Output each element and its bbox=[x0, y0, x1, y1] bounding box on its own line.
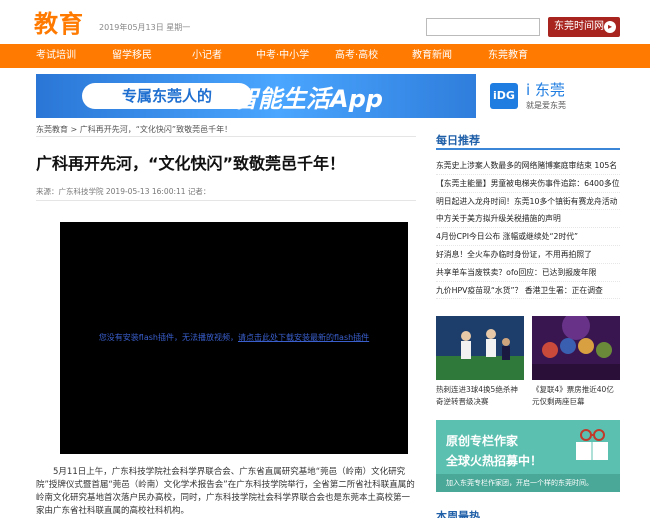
nav-item-education-news[interactable]: 教育新闻 bbox=[412, 44, 452, 68]
promo-headline: 原创专栏作家 bbox=[446, 434, 519, 448]
nav-item-dongguan-education[interactable]: 东莞教育 bbox=[488, 44, 528, 68]
article-body: 5月11日上午，广东科技学院社会科学界联合会、广东省直属研究基地“莞邑（岭南）文… bbox=[36, 467, 415, 516]
app-banner[interactable]: 专属东莞人的 智能生活App iDG i 东莞 就是爱东莞 bbox=[36, 74, 620, 118]
meta-divider bbox=[36, 200, 416, 201]
breadcrumb-divider bbox=[36, 136, 416, 137]
list-item[interactable]: 好消息！全火车办临时身份证，不用再拍照了 bbox=[436, 246, 620, 264]
list-item[interactable]: 共享单车当废铁卖？ofo回应：已达到报废年限 bbox=[436, 264, 620, 282]
promo-description: 加入东莞专栏作家团，开启一个样的东莞时间。 bbox=[436, 474, 620, 492]
list-item[interactable]: 东莞史上涉案人数最多的网络赌博案庭审结束 105名 bbox=[436, 157, 620, 175]
avengers-poster[interactable] bbox=[532, 316, 620, 380]
nav-item-study-abroad[interactable]: 留学移民 bbox=[112, 44, 152, 68]
banner-pill-text: 专属东莞人的 bbox=[82, 83, 252, 109]
sidebar-title-underline bbox=[436, 148, 620, 150]
site-logo[interactable]: 教育 bbox=[34, 4, 84, 39]
list-item[interactable]: 中方关于美方拟升级关税措施的声明 bbox=[436, 210, 620, 229]
banner-brand-name: i 东莞 bbox=[526, 81, 565, 99]
banner-slogan: 智能生活App bbox=[234, 85, 383, 113]
nav-item-university[interactable]: 高考·高校 bbox=[335, 44, 378, 68]
video-player[interactable]: 您没有安装flash插件，无法播放视频，请点击此处下载安装最新的flash插件 bbox=[60, 222, 408, 454]
current-date: 2019年05月13日 星期一 bbox=[99, 23, 191, 32]
nav-item-middle-school[interactable]: 中考·中小学 bbox=[256, 44, 309, 68]
weekly-hot-title: 本周最热 bbox=[436, 510, 480, 518]
promo-subheadline: 全球火热招募中！ bbox=[446, 454, 543, 468]
list-item[interactable]: 4月份CPI今日公布 涨幅或继续处“2时代” bbox=[436, 228, 620, 246]
city-time-button[interactable]: 东莞时间网 ▸ bbox=[548, 17, 620, 37]
article-meta: 来源：广东科技学院 2019-05-13 16:00:11 记者： bbox=[36, 187, 211, 196]
search-input[interactable] bbox=[426, 18, 540, 36]
avengers-caption[interactable]: 《复联4》票房推近40亿元仅剩两座巨幕 bbox=[532, 384, 620, 408]
soccer-caption[interactable]: 热刺连进3球4换5绝杀神奇逆转晋级决赛 bbox=[436, 384, 524, 408]
breadcrumb[interactable]: 东莞教育 > 广科再开先河，“文化快闪”致敬莞邑千年！ bbox=[36, 124, 416, 135]
photo-thumbnails: 热刺连进3球4换5绝杀神奇逆转晋级决赛 《复联4》票房推近40亿元仅剩两座巨幕 bbox=[436, 316, 620, 412]
city-time-label: 东莞时间网 bbox=[554, 21, 604, 32]
daily-recommend-title: 每日推荐 bbox=[436, 134, 480, 147]
book-glasses-icon bbox=[576, 429, 608, 460]
flash-missing-message: 您没有安装flash插件，无法播放视频，请点击此处下载安装最新的flash插件 bbox=[60, 332, 408, 343]
banner-tagline: 就是爱东莞 bbox=[526, 101, 566, 110]
arrow-right-icon: ▸ bbox=[604, 21, 616, 33]
nav-item-young-reporter[interactable]: 小记者 bbox=[192, 44, 222, 68]
banner-brand-panel: iDG i 东莞 就是爱东莞 bbox=[476, 74, 620, 118]
idg-app-icon: iDG bbox=[490, 83, 518, 109]
flash-missing-text: 您没有安装flash插件，无法播放视频， bbox=[98, 333, 238, 342]
columnist-promo-banner[interactable]: 原创专栏作家 全球火热招募中！ 加入东莞专栏作家团，开启一个样的东莞时间。 bbox=[436, 420, 620, 492]
main-nav: 考试培训 留学移民 小记者 中考·中小学 高考·高校 教育新闻 东莞教育 bbox=[0, 44, 650, 68]
list-item[interactable]: 【东莞主能量】男童被电梯夹伤事件追踪：6400多位 bbox=[436, 175, 620, 193]
flash-download-link[interactable]: 请点击此处下载安装最新的flash插件 bbox=[238, 333, 369, 342]
nav-item-exam-training[interactable]: 考试培训 bbox=[36, 44, 76, 68]
soccer-photo[interactable] bbox=[436, 316, 524, 380]
list-item[interactable]: 明日起进入龙舟时间！东莞10多个镇街有赛龙舟活动 bbox=[436, 193, 620, 211]
recommend-news-list: 东莞史上涉案人数最多的网络赌博案庭审结束 105名 【东莞主能量】男童被电梯夹伤… bbox=[436, 157, 620, 300]
site-header: 教育 2019年05月13日 星期一 东莞时间网 ▸ bbox=[0, 0, 650, 44]
article-title: 广科再开先河，“文化快闪”致敬莞邑千年！ bbox=[36, 154, 346, 173]
list-item[interactable]: 九价HPV疫苗现“水货”？ 香港卫生署：正在调查 bbox=[436, 282, 620, 300]
